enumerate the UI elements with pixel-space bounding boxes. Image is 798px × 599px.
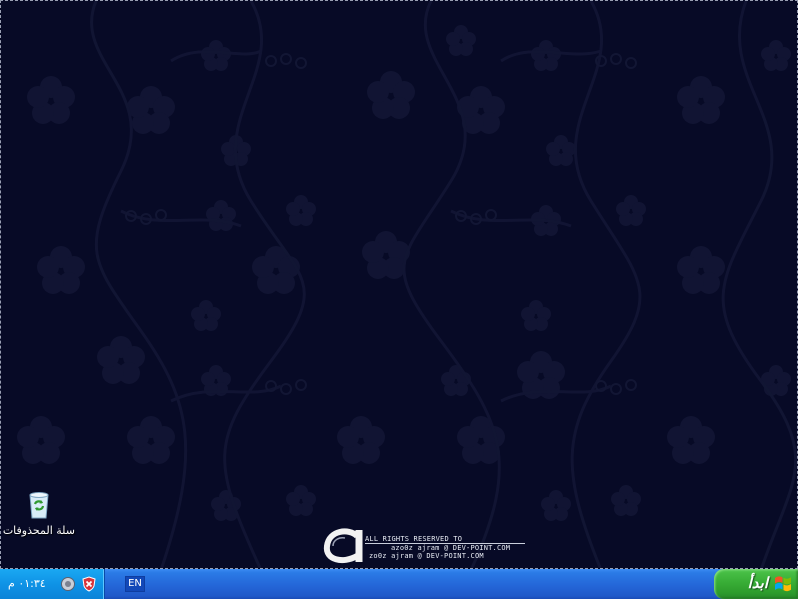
security-shield-icon[interactable] [81,576,97,592]
start-label: ابدأ [747,574,768,592]
author-line-1: azo0z ajram @ DEV-POINT.COM [391,544,511,552]
copyright-line: ALL RIGHTS RESERVED TO [365,535,463,543]
taskbar[interactable]: ٠١:٣٤ م EN ابدأ [0,569,798,599]
author-line-2: zo0z ajram @ DEV-POINT.COM [369,552,484,560]
recycle-bin-label: سلة المحذوفات [2,524,75,537]
system-tray: ٠١:٣٤ م [0,569,105,599]
floral-wallpaper [17,1,797,568]
recycle-bin-icon[interactable] [23,488,55,520]
brand-logo-icon [323,528,363,564]
clock[interactable]: ٠١:٣٤ م [8,577,46,590]
windows-logo-icon [775,576,791,592]
recycle-bin[interactable]: سلة المحذوفات [1,486,77,542]
language-indicator[interactable]: EN [125,576,145,592]
start-button[interactable]: ابدأ [714,569,798,599]
desktop[interactable]: سلة المحذوفات ALL RIGHTS RESERVED TO azo… [0,0,798,569]
wallpaper-branding: ALL RIGHTS RESERVED TO azo0z ajram @ DEV… [319,520,529,568]
volume-icon[interactable] [60,576,76,592]
